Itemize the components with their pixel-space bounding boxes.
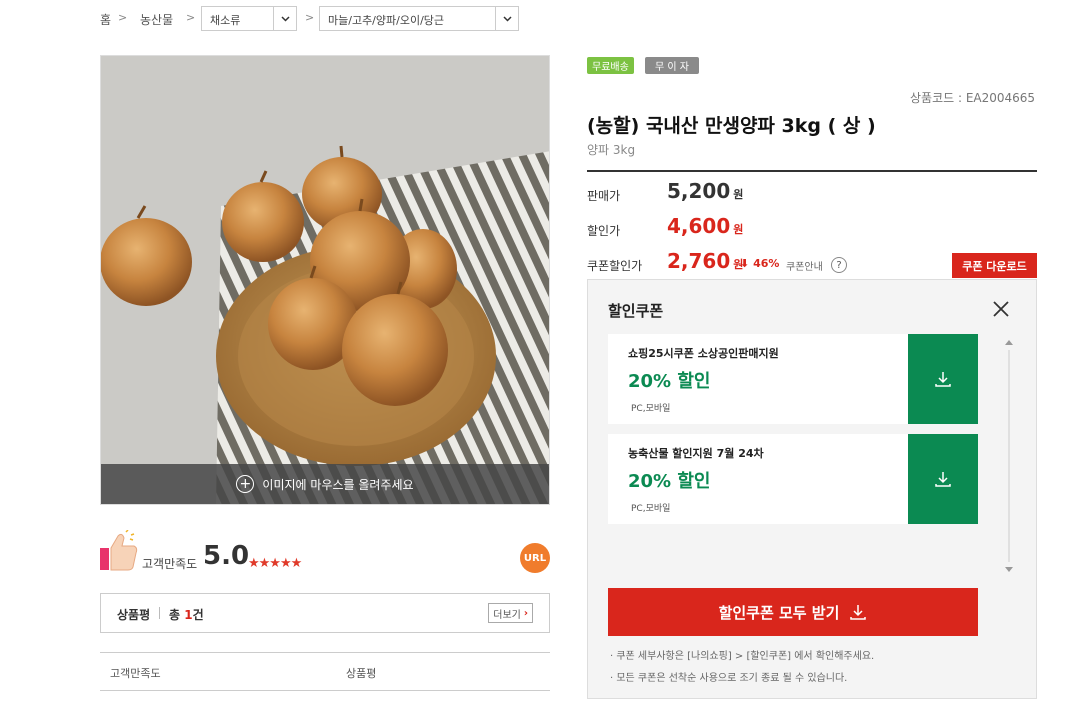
review-count: 1 — [184, 608, 193, 622]
coupon-price: 2,760 원 — [667, 249, 743, 273]
coupon-percent: 20% 할인 — [628, 371, 711, 392]
get-all-label: 할인쿠폰 모두 받기 — [718, 603, 840, 622]
download-icon — [935, 372, 951, 387]
chevron-right-icon: > — [305, 11, 315, 24]
review-summary: 상품평 총 1건 더보기 › — [100, 593, 550, 633]
discount-price-value: 4,600 — [667, 214, 731, 238]
coupon-percent: 20% 할인 — [628, 471, 711, 492]
satisfaction-label: 고객만족도 — [142, 557, 198, 571]
review-total-prefix: 총 — [169, 608, 185, 622]
category-select-1-value: 채소류 — [210, 14, 241, 27]
review-title: 상품평 — [117, 608, 151, 622]
arrow-down-icon: ⬇ — [740, 257, 750, 270]
column-satisfaction: 고객만족도 — [110, 667, 161, 680]
onion-photo — [101, 56, 549, 504]
coupon-card: 농축산물 할인지원 7월 24차 20% 할인 PC,모바일 — [608, 434, 978, 524]
satisfaction-score: 5.0 — [203, 541, 250, 571]
title-divider — [587, 170, 1037, 172]
sale-price-value: 5,200 — [667, 179, 731, 203]
chevron-right-icon: > — [186, 11, 196, 24]
download-icon — [850, 605, 867, 620]
category-select-1[interactable]: 채소류 — [201, 6, 297, 31]
coupon-download-icon-button[interactable] — [908, 434, 978, 524]
category-select-2[interactable]: 마늘/고추/양파/오이/당근 — [319, 6, 519, 31]
coupon-name: 농축산물 할인지원 7월 24차 — [628, 447, 764, 460]
divider — [159, 607, 160, 619]
rating-stars: ★★★★★ — [248, 556, 302, 571]
product-title: (농할) 국내산 만생양파 3kg ( 상 ) — [587, 115, 876, 137]
breadcrumb-category[interactable]: 농산물 — [140, 11, 173, 28]
chevron-right-icon: > — [118, 11, 128, 24]
review-total-suffix: 건 — [192, 608, 204, 622]
product-subtitle: 양파 3kg — [587, 143, 636, 157]
get-all-coupons-button[interactable]: 할인쿠폰 모두 받기 — [608, 588, 978, 636]
close-icon[interactable] — [993, 301, 1009, 321]
chevron-right-icon: › — [523, 607, 528, 619]
discount-rate-value: 46% — [753, 257, 780, 270]
chevron-down-icon — [273, 7, 296, 30]
more-reviews-label: 더보기 — [493, 609, 521, 621]
help-icon[interactable]: ? — [831, 257, 847, 273]
currency-unit: 원 — [733, 223, 744, 236]
image-hover-hint: + 이미지에 마우스를 올려주세요 — [101, 464, 549, 504]
more-reviews-button[interactable]: 더보기 › — [488, 603, 533, 623]
product-image[interactable]: + 이미지에 마우스를 올려주세요 — [100, 55, 550, 505]
sale-price-label: 판매가 — [587, 189, 621, 203]
discount-rate: ⬇ 46% — [740, 257, 779, 270]
coupon-download-icon-button[interactable] — [908, 334, 978, 424]
coupon-price-label: 쿠폰할인가 — [587, 259, 643, 273]
coupon-name: 쇼핑25시쿠폰 소상공인판매지원 — [628, 347, 779, 360]
plus-icon: + — [236, 475, 255, 493]
discount-price-label: 할인가 — [587, 224, 621, 238]
coupon-price-value: 2,760 — [667, 249, 731, 273]
coupon-card: 쇼핑25시쿠폰 소상공인판매지원 20% 할인 PC,모바일 — [608, 334, 978, 424]
download-icon — [935, 472, 951, 487]
breadcrumb-home[interactable]: 홈 — [100, 11, 111, 28]
url-copy-button[interactable]: URL — [520, 543, 550, 573]
review-table-header: 고객만족도 상품평 — [100, 652, 550, 691]
free-shipping-badge: 무료배송 — [587, 57, 634, 74]
panel-title: 할인쿠폰 — [608, 302, 664, 320]
no-interest-badge: 무 이 자 — [645, 57, 699, 74]
coupon-note: · 모든 쿠폰은 선착순 사용으로 조기 종료 될 수 있습니다. — [610, 673, 848, 684]
currency-unit: 원 — [733, 188, 744, 201]
coupon-platform: PC,모바일 — [631, 504, 671, 514]
image-hover-text: 이미지에 마우스를 올려주세요 — [262, 477, 414, 492]
product-code: 상품코드 : EA2004665 — [910, 91, 1036, 105]
chevron-down-icon — [495, 7, 518, 30]
coupon-scrollbar[interactable] — [1002, 336, 1016, 576]
discount-price: 4,600 원 — [667, 214, 743, 238]
coupon-info-label: 쿠폰안내 — [786, 262, 823, 273]
coupon-panel: 할인쿠폰 쇼핑25시쿠폰 소상공인판매지원 20% 할인 PC,모바일 농축산물… — [587, 279, 1037, 699]
coupon-note: · 쿠폰 세부사항은 [나의쇼핑] > [할인쿠폰] 에서 확인해주세요. — [610, 651, 875, 662]
sale-price: 5,200 원 — [667, 179, 743, 203]
category-select-2-value: 마늘/고추/양파/오이/당근 — [328, 14, 445, 27]
column-review: 상품평 — [346, 667, 377, 680]
review-total: 총 1건 — [169, 606, 204, 623]
coupon-platform: PC,모바일 — [631, 404, 671, 414]
coupon-download-button[interactable]: 쿠폰 다운로드 — [952, 253, 1037, 278]
thumbs-up-icon — [100, 530, 138, 571]
